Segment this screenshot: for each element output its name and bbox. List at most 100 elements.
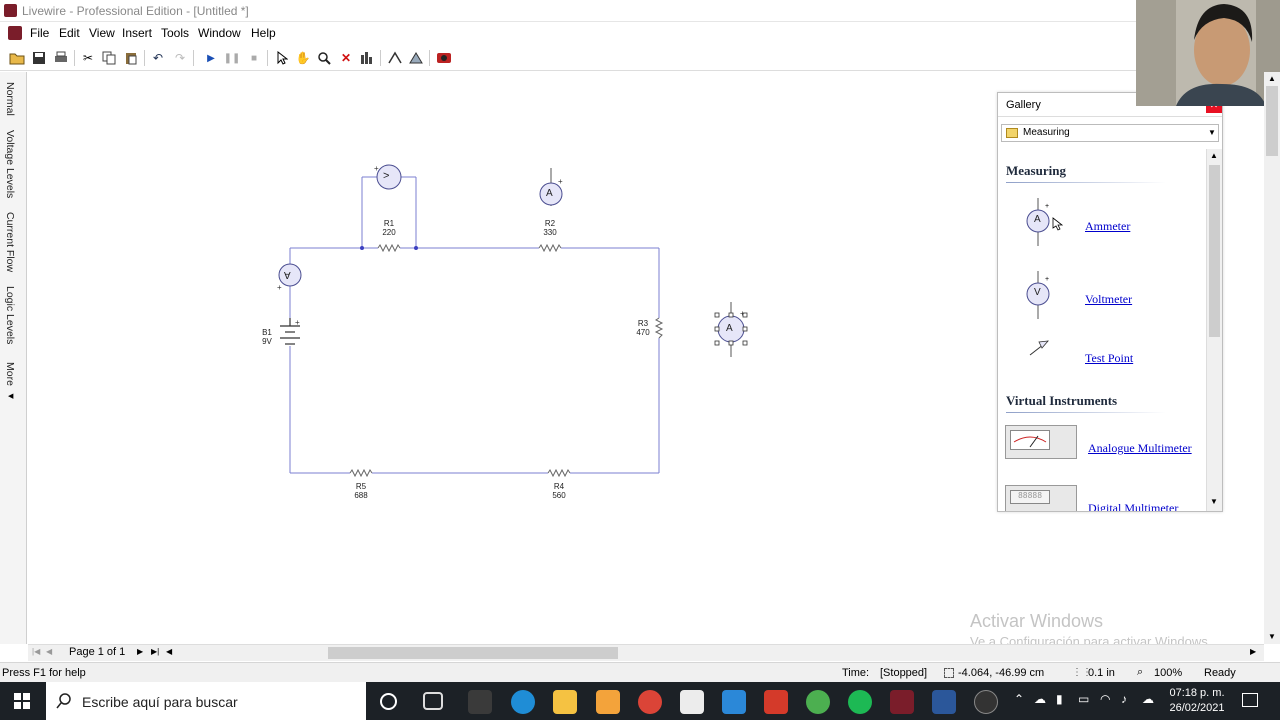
cut-icon[interactable]: ✂	[79, 49, 97, 67]
menu-window[interactable]: Window	[198, 26, 241, 40]
gallery-item-ammeter[interactable]: Ammeter	[1085, 219, 1130, 234]
test-point-icon[interactable]	[1028, 339, 1053, 359]
component-icon[interactable]	[435, 49, 453, 67]
task-view-icon[interactable]	[423, 692, 443, 710]
resistor-r4	[547, 468, 571, 478]
zoom-icon[interactable]	[315, 49, 333, 67]
menu-file[interactable]: File	[30, 26, 49, 40]
taskbar-app-icon[interactable]	[468, 690, 492, 714]
menu-edit[interactable]: Edit	[59, 26, 80, 40]
section-divider	[1006, 412, 1166, 413]
pdf-icon[interactable]	[764, 690, 788, 714]
scroll-down-icon[interactable]: ▼	[1210, 497, 1218, 506]
toolbar: ✂ ↶ ↷ ▶ ❚❚ ■ ✋ ✕	[0, 45, 1280, 71]
scroll-left-icon[interactable]: ◀	[166, 647, 172, 656]
print-icon[interactable]	[52, 49, 70, 67]
onedrive-icon[interactable]: ☁	[1142, 692, 1154, 706]
spotify-icon[interactable]	[848, 690, 872, 714]
battery-icon[interactable]: ▭	[1078, 692, 1089, 706]
redo-icon[interactable]: ↷	[171, 49, 189, 67]
b1-label: B1 9V	[262, 328, 272, 346]
gallery-item-voltmeter[interactable]: Voltmeter	[1085, 292, 1132, 307]
svg-text:+: +	[558, 177, 563, 186]
app-icon	[4, 4, 17, 17]
menu-help[interactable]: Help	[251, 26, 276, 40]
tab-voltage-levels[interactable]: Voltage Levels	[4, 130, 16, 198]
notification-icon[interactable]	[1242, 693, 1258, 707]
chrome-profile-icon[interactable]	[806, 690, 830, 714]
tab-normal[interactable]: Normal	[4, 82, 16, 116]
gallery-item-digital-multimeter[interactable]: Digital Multimeter	[1088, 501, 1178, 511]
tab-more[interactable]: More	[4, 362, 16, 386]
mail-icon[interactable]	[722, 690, 746, 714]
probe-icon[interactable]	[386, 49, 404, 67]
svg-text:+: +	[1045, 276, 1049, 283]
horizontal-scroll-thumb[interactable]	[328, 647, 618, 659]
menu-insert[interactable]: Insert	[122, 26, 152, 40]
save-icon[interactable]	[30, 49, 48, 67]
cortana-icon[interactable]	[380, 693, 397, 710]
toolbar-separator	[429, 50, 430, 66]
scroll-thumb[interactable]	[1266, 86, 1278, 156]
copy-icon[interactable]	[100, 49, 118, 67]
windows-start-icon[interactable]	[14, 693, 30, 709]
taskbar-clock[interactable]: 07:18 p. m. 26/02/2021	[1164, 686, 1230, 716]
menu-tools[interactable]: Tools	[161, 26, 189, 40]
scroll-right-icon[interactable]: ▶	[1250, 647, 1256, 656]
delete-icon[interactable]: ✕	[337, 49, 355, 67]
scroll-thumb[interactable]	[1209, 165, 1220, 337]
status-state: Ready	[1204, 667, 1236, 679]
edge-icon[interactable]	[511, 690, 535, 714]
scroll-up-icon[interactable]: ▲	[1268, 74, 1276, 83]
run-icon[interactable]: ▶	[202, 49, 220, 67]
scroll-down-icon[interactable]: ▼	[1268, 632, 1276, 641]
last-page-icon[interactable]: ▶|	[151, 647, 159, 656]
cloud-icon[interactable]: ☁	[1034, 692, 1046, 706]
store-icon[interactable]	[680, 690, 704, 714]
digital-multimeter-icon[interactable]: 88888	[1005, 485, 1077, 511]
taskbar-app-icon[interactable]	[596, 690, 620, 714]
pan-hand-icon[interactable]: ✋	[294, 49, 312, 67]
paste-icon[interactable]	[122, 49, 140, 67]
word-icon[interactable]	[932, 690, 956, 714]
tray-chevron-icon[interactable]: ⌃	[1014, 692, 1024, 706]
graph-icon[interactable]	[358, 49, 376, 67]
prev-page-icon[interactable]: ◀	[46, 647, 52, 656]
gallery-scrollbar[interactable]: ▲ ▼	[1206, 149, 1222, 511]
scroll-up-icon[interactable]: ▲	[1210, 151, 1218, 160]
wifi-icon[interactable]: ◠	[1100, 692, 1110, 706]
analogue-multimeter-icon[interactable]	[1005, 425, 1077, 459]
canvas-vertical-scrollbar[interactable]: ▲ ▼	[1264, 72, 1280, 644]
pointer-icon[interactable]	[273, 49, 291, 67]
ammeter-icon-glyph: A	[1034, 214, 1041, 225]
clock-date: 26/02/2021	[1169, 702, 1225, 714]
usb-icon[interactable]: ▮	[1056, 692, 1063, 706]
r2-label: R2 330	[543, 219, 557, 237]
taskbar-search-box[interactable]: Escribe aquí para buscar	[46, 682, 366, 720]
probe-alt-icon[interactable]	[407, 49, 425, 67]
next-page-icon[interactable]: ▶	[137, 647, 143, 656]
taskbar-app-icon[interactable]	[974, 690, 998, 714]
category-select[interactable]: Measuring ▼	[1001, 124, 1219, 142]
menu-view[interactable]: View	[89, 26, 115, 40]
pause-icon[interactable]: ❚❚	[223, 49, 241, 67]
open-icon[interactable]	[8, 49, 26, 67]
app-menu-icon[interactable]	[8, 26, 22, 40]
undo-icon[interactable]: ↶	[149, 49, 167, 67]
r1-label: R1 220	[382, 219, 396, 237]
tab-logic-levels[interactable]: Logic Levels	[4, 286, 16, 344]
more-arrow-icon[interactable]: ◀	[8, 392, 13, 400]
ammeter-icon[interactable]: +	[1023, 194, 1063, 254]
gallery-item-analogue-multimeter[interactable]: Analogue Multimeter	[1088, 441, 1192, 456]
livewire-icon[interactable]	[890, 690, 914, 714]
chevron-down-icon[interactable]: ▼	[1208, 128, 1216, 137]
junction-dot	[414, 246, 418, 250]
stop-icon[interactable]: ■	[245, 49, 263, 67]
file-explorer-icon[interactable]	[553, 690, 577, 714]
toolbar-separator	[380, 50, 381, 66]
first-page-icon[interactable]: |◀	[32, 647, 40, 656]
chrome-icon[interactable]	[638, 690, 662, 714]
tab-current-flow[interactable]: Current Flow	[4, 212, 16, 272]
volume-icon[interactable]: ♪	[1121, 692, 1127, 706]
gallery-item-test-point[interactable]: Test Point	[1085, 351, 1133, 366]
